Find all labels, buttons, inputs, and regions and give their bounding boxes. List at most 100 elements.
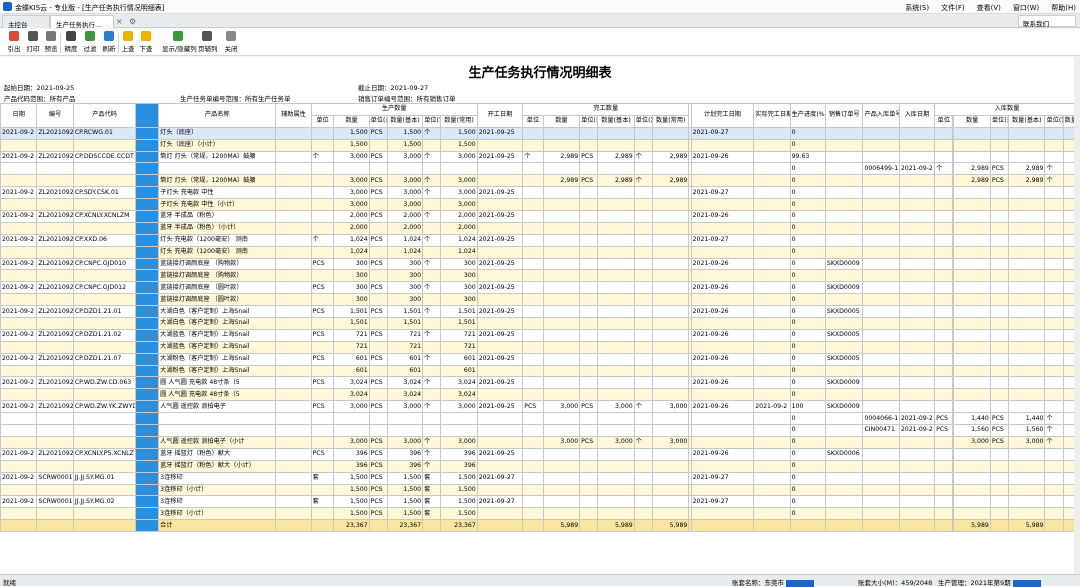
table-row[interactable]: 蓝牙 摇篮灯（粉色）献大（小计） 396 PCS 396 个 396 0 (0, 459, 1080, 473)
table-row[interactable]: 筒灯 灯头（常规，1200MA）鼓腰 3,000 PCS 3,000 个 3,000 2,9… (0, 174, 1080, 188)
column-header[interactable]: 数量(基本) (1008, 114, 1046, 128)
table-row[interactable]: 蓝链接灯调颜底座 （圆叶款） 300 300 300 0 (0, 293, 1080, 307)
preview-button[interactable]: 预览 (42, 31, 60, 53)
table-row[interactable]: 3连移印（小计） 1,500 PCS 1,500 套 1,500 0 (0, 507, 1080, 521)
menu-help[interactable]: 帮助(H) (1051, 3, 1076, 13)
table-row[interactable]: 0 0006499-1 2021-09-2 个 2,989 PCS 2,989 个 (0, 162, 1080, 176)
menu-view[interactable]: 查看(V) (977, 3, 1001, 13)
table-row[interactable]: 蓝链接灯调颜底座 （购物款） 300 300 300 0 (0, 269, 1080, 283)
contact-us-button[interactable]: 联系我们 (1018, 15, 1076, 28)
table-cell: SKXD0006 (824, 447, 864, 461)
column-header[interactable]: 数量(基本) (386, 114, 424, 128)
column-header[interactable]: 数量 (953, 114, 991, 128)
column-header[interactable]: 单位(基本) (368, 114, 388, 128)
column-header[interactable]: 入库数量 (934, 103, 1080, 116)
column-header[interactable]: 单位 (934, 114, 954, 128)
table-row[interactable]: 0 0004066-1 2021-09-2 PCS 1,440 PCS 1,440 个 (0, 412, 1080, 426)
tab-report[interactable]: 生产任务执行... (50, 15, 114, 29)
table-row[interactable]: 大湖蓝色（客户定制）上海Snail 721 721 721 0 (0, 340, 1080, 354)
column-header[interactable]: 单位(常用) (422, 114, 442, 128)
column-header[interactable]: 产品代码 (72, 103, 137, 128)
close-button[interactable]: 关闭 (222, 31, 240, 53)
export-button[interactable]: 引出 (5, 31, 23, 53)
table-cell: 1,024 (333, 233, 370, 247)
column-header[interactable]: 开工日期 (476, 103, 524, 128)
column-header[interactable]: 单位 (310, 114, 335, 128)
menu-system[interactable]: 系统(S) (905, 3, 929, 13)
close-tab-icon[interactable]: × (116, 17, 123, 26)
show-hide-columns-button[interactable]: 显示/隐藏列 (162, 31, 197, 53)
table-row[interactable]: 大湖粉色（客户定制）上海Snail 601 601 601 0 (0, 364, 1080, 378)
table-cell: 300 (333, 257, 370, 271)
refresh-button[interactable]: 刷新 (100, 31, 118, 53)
table-cell (651, 376, 690, 390)
table-row[interactable]: 灯头（底座）（小计） 1,500 1,500 1,500 0 (0, 138, 1080, 152)
table-row[interactable]: 2021-09-2 ZL2021092 CP.RCWG.01 灯头（底座） 1,500 P… (0, 126, 1080, 140)
column-header[interactable]: 单位(常用) (633, 114, 653, 128)
menu-file[interactable]: 文件(F) (941, 3, 965, 13)
column-header[interactable]: 数量(基本) (597, 114, 635, 128)
table-cell: PCS (989, 435, 1010, 449)
table-row[interactable]: 2021-09-2 SCRW00018 JJ.JJ.SY.MG.02 3连移印套 1,5… (0, 495, 1080, 509)
column-header[interactable]: 产品入库单号 (862, 103, 900, 128)
table-row[interactable]: 2021-09-2 ZL2021092 CP.XCNLY.XCNLZM 蓝牙 半成品（… (0, 210, 1080, 223)
table-row[interactable]: 圆 人气圆 充电款 48寸条（5 3,024 3,024 3,024 0 (0, 388, 1080, 402)
table-row[interactable]: 3连移印（小计） 1,500 PCS 1,500 套 1,500 0 (0, 483, 1080, 497)
column-header[interactable]: 生产数量 (310, 103, 478, 116)
column-header[interactable]: 数量(常用) (440, 114, 478, 128)
table-row[interactable]: 2021-09-2 ZL2021092 CP.WD.ZW.YK.ZWYD 人气圆 遥控… (0, 400, 1080, 414)
page-columns-button[interactable]: 页辅列 (198, 31, 218, 53)
table-cell (934, 293, 954, 307)
column-header[interactable]: 销售订单号 (824, 103, 864, 128)
column-header[interactable]: 生产进度(%) (789, 103, 826, 128)
column-header[interactable]: 数量 (333, 114, 370, 128)
table-row[interactable]: 2021-09-2 ZL2021092 CP.CNPC.GJD010 蓝链接灯调颜底座… (0, 257, 1080, 271)
table-cell (275, 269, 312, 283)
lookup-down-button[interactable]: 下查 (137, 31, 155, 53)
table-row[interactable]: 灯头 充电款（1200毫安） 测南 1,024 1,024 1,024 0 (0, 245, 1080, 259)
table-row[interactable]: 2021-09-2 ZL2021092 CP.DZD1.21.02 大湖蓝色（客户定制… (0, 328, 1080, 342)
vertical-scrollbar[interactable] (1074, 57, 1080, 574)
table-row[interactable]: 蓝牙 半成品（粉色）（小计） 2,000 2,000 2,000 0 (0, 221, 1080, 235)
column-header[interactable]: 数量(常用) (651, 114, 690, 128)
table-row[interactable]: 2021-09-2 ZL2021092 CP.XCNLY.PS.XCNLZ 蓝牙 摇篮… (0, 447, 1080, 461)
new-tab-icon[interactable]: ⚙ (129, 17, 136, 26)
column-header[interactable]: 数量 (542, 114, 581, 128)
table-row[interactable]: 2021-09-2 ZL2021092 CP.DZD1.21.07 大湖粉色（客户定制… (0, 352, 1080, 366)
column-header[interactable]: 日期 (0, 103, 38, 128)
table-row[interactable]: 2021-09-2 ZL2021092 CP.XXD.06 灯头 充电款（1200毫安… (0, 233, 1080, 247)
column-header[interactable]: 单位(基本) (579, 114, 599, 128)
column-header[interactable]: 编号 (36, 103, 74, 128)
table-row[interactable]: 2021-09-2 ZL2021092 CP.WD.ZW.CD.063 圆 人气圆 充… (0, 376, 1080, 390)
menu-window[interactable]: 窗口(W) (1013, 3, 1039, 13)
table-cell (522, 495, 544, 509)
table-row[interactable]: 2021-09-2 SCRW00018 JJ.JJ.SY.MG.01 3连移印套 1,5… (0, 471, 1080, 485)
column-header[interactable]: 实际完工日期 (753, 103, 791, 128)
table-row[interactable]: 2021-09-2 ZL2021092 CP.DZD1.21.01 大湖白色（客户定制… (0, 305, 1080, 319)
column-header[interactable]: 计划完工日期 (690, 103, 755, 128)
column-header[interactable]: 单位(常用) (1044, 114, 1064, 128)
column-header[interactable]: 单位(基本) (989, 114, 1010, 128)
column-header[interactable] (135, 103, 160, 128)
table-row[interactable]: 人气圆 遥控款 浪拍电子（小计 3,000 PCS 3,000 个 3,000 3,000 P… (0, 435, 1080, 449)
table-cell: SKXD0005 (824, 305, 864, 319)
table-row[interactable]: 2021-09-2 ZL2021092 CP.SDY.CSK.01 子灯头 充电款 中… (0, 186, 1080, 200)
filter-button[interactable]: 过滤 (81, 31, 99, 53)
print-button[interactable]: 打印 (24, 31, 42, 53)
table-row[interactable]: 合计 23,367 23,367 23,367 5,989 5,989 5,989 5,989… (0, 519, 1080, 533)
column-header[interactable]: 产品名称 (158, 103, 277, 128)
column-header[interactable]: 完工数量 (522, 103, 690, 116)
table-row[interactable]: 子灯头 充电款 中性（小计） 3,000 3,000 3,000 0 (0, 198, 1080, 212)
lookup-up-button[interactable]: 上查 (119, 31, 137, 53)
tab-console[interactable]: 主控台 (2, 15, 50, 29)
column-header[interactable]: 单位 (522, 114, 544, 128)
table-row[interactable]: 大湖白色（客户定制）上海Snail 1,501 1,501 1,501 0 (0, 317, 1080, 330)
table-cell (824, 233, 864, 247)
table-row[interactable]: 0 CIN00471 2021-09-2 PCS 1,560 PCS 1,560 个 (0, 424, 1080, 437)
table-row[interactable]: 2021-09-2 ZL2021092 CP.CNPC.GJD012 蓝链接灯调颜底座… (0, 281, 1080, 295)
precision-button[interactable]: 精度 (62, 31, 80, 53)
column-header[interactable]: 辅助属性 (275, 103, 312, 128)
table-row[interactable]: 2021-09-2 ZL2021092 CP.DDSCCDE.CCDT 筒灯 灯头（常… (0, 150, 1080, 164)
column-header[interactable]: 入库日期 (898, 103, 936, 128)
report-grid[interactable]: 日期 编号 产品代码 产品名称 辅助属性 生产数量 开工日期 完工数量 计划完工日期 实际完工日期… (0, 103, 1080, 574)
